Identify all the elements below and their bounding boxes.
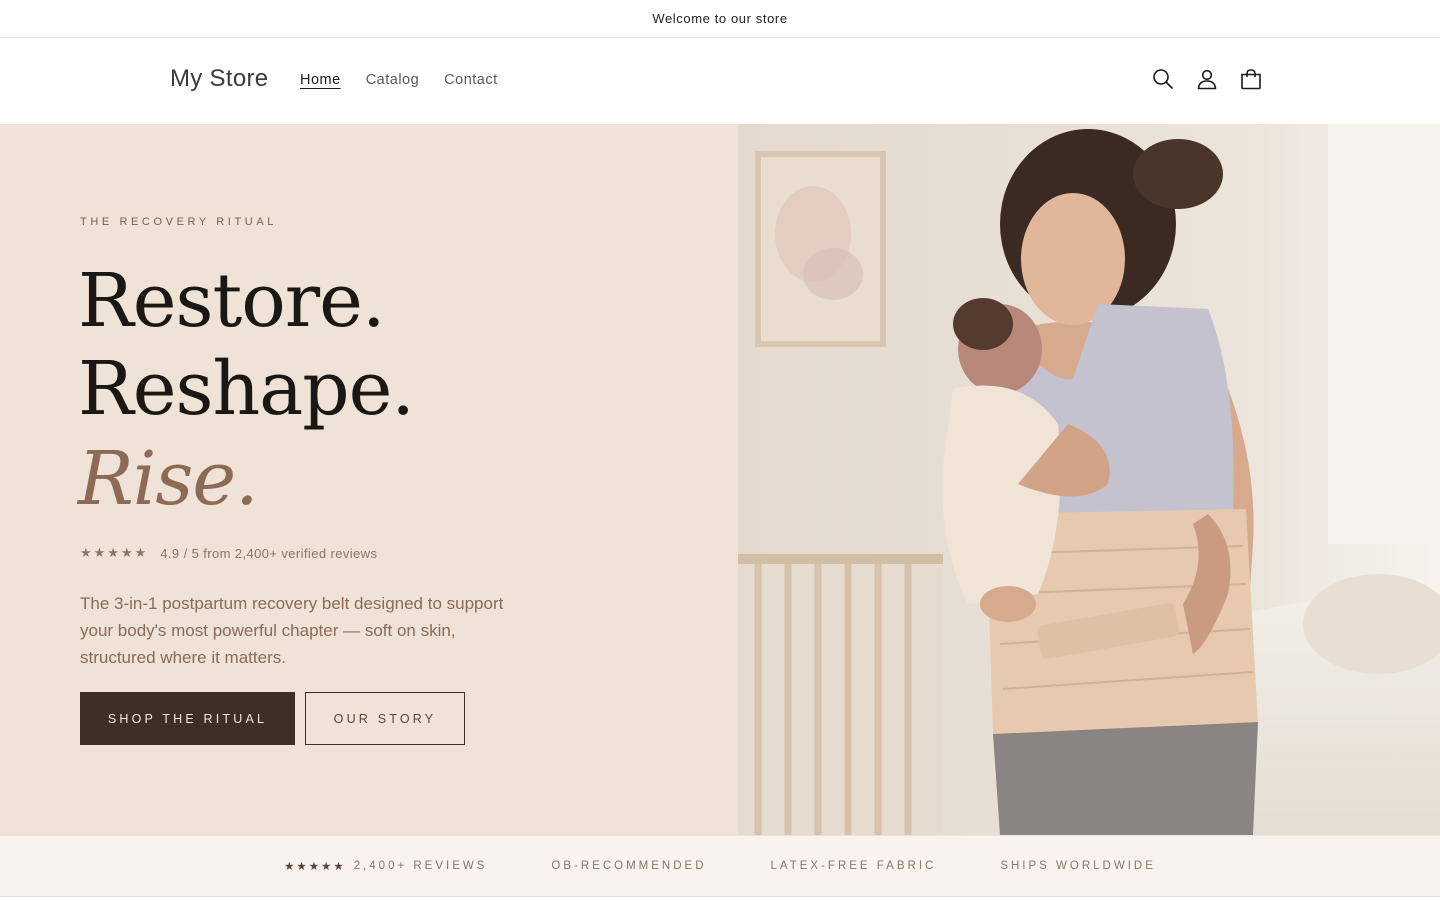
hero-headline-line-3: Rise.	[78, 436, 259, 522]
hero-rating: ★★★★★ 4.9 / 5 from 2,400+ verified revie…	[80, 545, 377, 561]
rating-stars-icon: ★★★★★	[80, 545, 149, 560]
nav-catalog-link[interactable]: Catalog	[366, 72, 419, 88]
nav-contact-link[interactable]: Contact	[444, 72, 497, 88]
nav-home-link[interactable]: Home	[300, 72, 341, 88]
announcement-text: Welcome to our store	[652, 11, 788, 26]
hero-section: THE RECOVERY RITUAL Restore. Reshape. Ri…	[0, 124, 1440, 835]
trust-stars-icon: ★★★★★	[284, 861, 346, 873]
announcement-bar: Welcome to our store	[0, 0, 1440, 38]
hero-description: The 3-in-1 postpartum recovery belt desi…	[80, 594, 504, 667]
trust-item-text: SHIPS WORLDWIDE	[1000, 860, 1156, 872]
hero-eyebrow: THE RECOVERY RITUAL	[80, 216, 277, 228]
cart-icon[interactable]	[1240, 68, 1262, 90]
hero-image	[738, 124, 1440, 835]
search-icon[interactable]	[1152, 68, 1174, 90]
hero-content: THE RECOVERY RITUAL Restore. Reshape. Ri…	[0, 124, 738, 835]
our-story-button[interactable]: OUR STORY	[305, 692, 465, 745]
trust-item-ships-worldwide: SHIPS WORLDWIDE	[1000, 860, 1156, 872]
trust-item-text: OB-RECOMMENDED	[551, 860, 707, 872]
hero-headline-line-1: Restore.	[78, 258, 385, 344]
trust-bar: ★★★★★ 2,400+ REVIEWS OB-RECOMMENDED LATE…	[0, 835, 1440, 897]
header-icons	[1152, 68, 1262, 90]
shop-the-ritual-button[interactable]: SHOP THE RITUAL	[80, 692, 295, 745]
store-logo[interactable]: My Store	[170, 65, 268, 93]
trust-item-reviews: ★★★★★ 2,400+ REVIEWS	[284, 859, 487, 873]
trust-item-text: LATEX-FREE FABRIC	[770, 860, 937, 872]
site-header: My Store Home Catalog Contact	[0, 39, 1440, 123]
hero-photo-illustration	[738, 124, 1440, 835]
trust-item-latex-free: LATEX-FREE FABRIC	[771, 860, 937, 872]
trust-item-text: 2,400+ REVIEWS	[353, 860, 488, 872]
trust-item-ob-recommended: OB-RECOMMENDED	[551, 860, 706, 872]
hero-headline-line-2: Reshape.	[78, 346, 415, 432]
main-nav: Home Catalog Contact	[300, 72, 523, 88]
account-icon[interactable]	[1196, 68, 1218, 90]
rating-text: 4.9 / 5 from 2,400+ verified reviews	[160, 545, 378, 561]
